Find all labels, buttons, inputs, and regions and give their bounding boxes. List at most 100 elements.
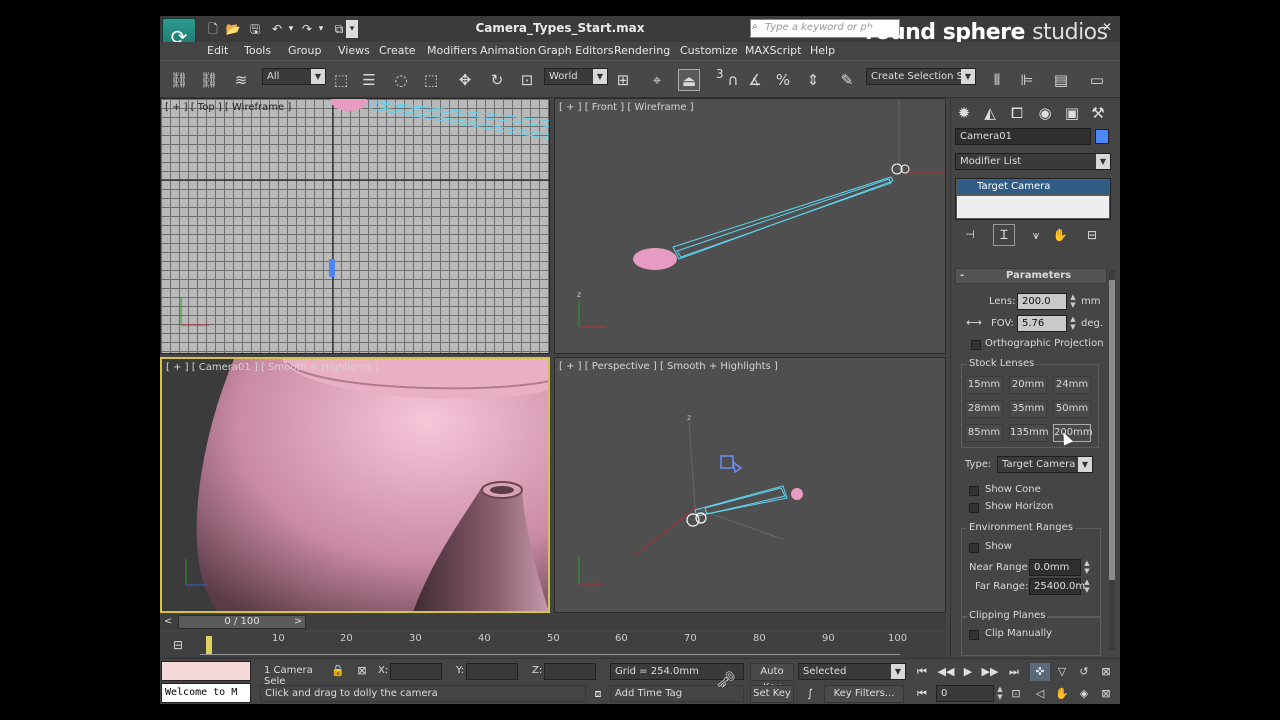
time-prev-icon[interactable]: < [164,616,172,627]
graphite-ribbon-icon[interactable]: ▭ [1086,69,1108,91]
fov-input[interactable]: 5.76 [1017,315,1067,332]
z-coord-input[interactable] [544,663,596,680]
menu-modifiers[interactable]: Modifiers [427,44,477,57]
pivot-center-icon[interactable]: ⊞ [612,69,634,91]
display-tab-icon[interactable]: ▣ [1061,102,1083,124]
menu-animation[interactable]: Animation [480,44,536,57]
object-color-swatch[interactable] [1095,129,1109,144]
maximize-viewport-icon[interactable]: ⊠ [1096,685,1116,703]
manipulate-icon[interactable]: ⌖ [646,69,668,91]
orbit-camera-icon[interactable]: ↺ [1074,663,1094,681]
viewport-front[interactable]: z [ + ] [ Front ] [ Wireframe ] [554,98,946,354]
snaps-toggle-icon[interactable]: ∩ [722,69,744,91]
stack-empty-area[interactable] [957,196,1109,218]
layer-manager-icon[interactable]: ▤ [1050,69,1072,91]
stack-item-target-camera[interactable]: Target Camera [957,180,1109,194]
select-and-move-icon[interactable]: ✥ [454,69,476,91]
far-range-input[interactable]: 25400.0m [1029,578,1085,595]
pan-view-icon[interactable]: ✋ [1052,685,1072,703]
viewport-perspective[interactable]: z [ + ] [ Perspective ] [ Smooth + Highl… [554,357,946,613]
lens-135mm-button[interactable]: 135mm [1009,424,1049,442]
configure-modifier-sets-icon[interactable]: ⊟ [1081,224,1103,246]
unlink-selection-icon[interactable]: ⛓ [198,69,220,91]
command-panel-scrollbar[interactable] [1109,270,1115,650]
pin-stack-icon[interactable]: ⊣ [959,224,981,246]
lens-35mm-button[interactable]: 35mm [1009,400,1047,418]
lens-input[interactable]: 200.0 [1017,293,1067,310]
maxscript-mini-listener-input[interactable]: Welcome to M [161,683,251,703]
clip-manually-checkbox[interactable] [969,630,979,640]
utilities-tab-icon[interactable]: ⚒ [1087,102,1109,124]
show-end-result-icon[interactable]: Ɪ [993,224,1015,246]
next-frame-icon[interactable]: ▶▶ [980,663,1000,681]
previous-frame-icon[interactable]: ◀◀ [936,663,956,681]
menu-graph-editors[interactable]: Graph Editors [538,44,614,57]
y-coord-input[interactable] [466,663,518,680]
hierarchy-tab-icon[interactable]: ⧠ [1006,102,1028,124]
viewport-top[interactable]: [ + ] [ Top ] [ Wireframe ] [160,98,550,354]
named-selection-dropdown[interactable]: Create Selection Se ▼ [866,68,976,85]
viewport-label-perspective[interactable]: [ + ] [ Perspective ] [ Smooth + Highlig… [559,361,778,372]
quick-access-dropdown-icon[interactable]: ▾ [346,20,358,38]
select-by-name-icon[interactable]: ☰ [358,69,380,91]
time-next-icon[interactable]: > [294,616,302,627]
set-key-icon[interactable]: 🗝 [714,671,738,689]
redo-dropdown-icon[interactable]: ▾ [312,20,330,38]
viewport-label-top[interactable]: [ + ] [ Top ] [ Wireframe ] [165,102,291,113]
go-to-start-icon[interactable]: ⏮ [912,663,932,681]
select-and-rotate-icon[interactable]: ↻ [486,69,508,91]
time-configuration-icon[interactable]: ⊡ [1006,685,1026,703]
modifier-list-dropdown[interactable]: Modifier List ▼ [955,153,1111,170]
select-object-icon[interactable]: ⬚ [330,69,352,91]
lens-15mm-button[interactable]: 15mm [965,376,1003,394]
viewport-label-front[interactable]: [ + ] [ Front ] [ Wireframe ] [559,102,694,113]
align-icon[interactable]: ⊫ [1016,69,1038,91]
lens-20mm-button[interactable]: 20mm [1009,376,1047,394]
env-show-checkbox[interactable] [969,543,979,553]
key-mode-dropdown[interactable]: Selected ▼ [798,663,906,680]
window-crossing-icon[interactable]: ⬚ [420,69,442,91]
scrollbar-thumb[interactable] [1109,280,1115,580]
fov-spinner-icon[interactable]: ▲ ▼ [1068,315,1078,332]
keyboard-shortcut-override-icon[interactable]: ⏏ [678,69,700,91]
selection-region-icon[interactable]: ◌ [390,69,412,91]
near-range-input[interactable]: 0.0mm [1029,559,1081,576]
far-range-spinner-icon[interactable]: ▲ ▼ [1082,578,1092,595]
select-and-scale-icon[interactable]: ⊡ [516,69,538,91]
lens-50mm-button[interactable]: 50mm [1053,400,1091,418]
default-in-out-tangents-icon[interactable]: ∫ [800,685,820,703]
make-unique-icon[interactable]: ⩛ [1025,224,1047,246]
walk-through-icon[interactable]: ◈ [1074,685,1094,703]
menu-group[interactable]: Group [288,44,322,57]
angle-snap-icon[interactable]: ∡ [744,69,766,91]
lens-spinner-icon[interactable]: ▲ ▼ [1068,293,1078,310]
bind-to-space-warp-icon[interactable]: ≋ [230,69,252,91]
modify-tab-icon[interactable]: ◭ [979,102,1001,124]
key-filters-button[interactable]: Key Filters... [824,685,904,703]
play-icon[interactable]: ▶ [958,663,978,681]
motion-tab-icon[interactable]: ◉ [1034,102,1056,124]
mirror-icon[interactable]: ⫴ [986,69,1008,91]
auto-key-button[interactable]: Auto Key [750,663,794,693]
maxscript-mini-listener-output[interactable] [161,661,251,681]
current-frame-input[interactable]: 0 [936,685,994,702]
field-of-view-icon[interactable]: ▽ [1052,663,1072,681]
menu-help[interactable]: Help [810,44,835,57]
orthographic-checkbox[interactable] [971,340,981,350]
create-tab-icon[interactable]: ✹ [953,102,975,124]
menu-customize[interactable]: Customize [680,44,738,57]
absolute-offset-mode-icon[interactable]: ⊠ [352,662,372,680]
menu-maxscript[interactable]: MAXScript [745,44,801,57]
show-cone-checkbox[interactable] [969,486,979,496]
new-file-icon[interactable]: 🗋 [204,20,222,38]
current-frame-spinner-icon[interactable]: ▲ ▼ [995,685,1005,702]
reference-coordinate-dropdown[interactable]: World ▼ [544,68,608,85]
lens-24mm-button[interactable]: 24mm [1053,376,1091,394]
selection-lock-icon[interactable]: 🔒 [328,662,348,680]
menu-edit[interactable]: Edit [207,44,228,57]
lens-85mm-button[interactable]: 85mm [965,424,1003,442]
menu-tools[interactable]: Tools [244,44,271,57]
key-mode-toggle-icon[interactable]: ⏮ [912,685,932,703]
dolly-camera-icon[interactable]: ◁ [1030,685,1050,703]
parameters-rollout-header[interactable]: - Parameters [955,268,1107,284]
